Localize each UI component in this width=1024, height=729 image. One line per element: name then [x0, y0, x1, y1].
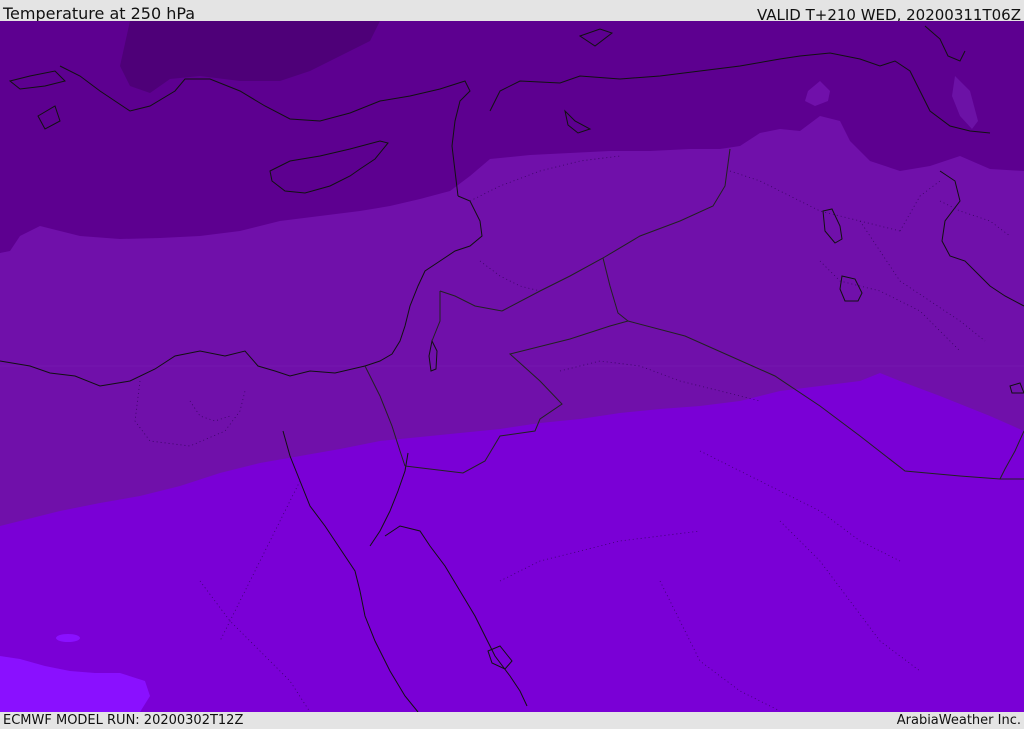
provider-label: ArabiaWeather Inc.	[896, 713, 1021, 728]
map-frame: Temperature at 250 hPa VALID T+210 WED, …	[0, 0, 1024, 729]
model-run-label: ECMWF MODEL RUN: 20200302T12Z	[3, 713, 244, 728]
map-canvas	[0, 21, 1024, 712]
temperature-map	[0, 21, 1024, 712]
footer-bar: ECMWF MODEL RUN: 20200302T12Z ArabiaWeat…	[0, 712, 1024, 729]
header-bar: Temperature at 250 hPa VALID T+210 WED, …	[0, 0, 1024, 24]
band-lightest-spot	[56, 634, 80, 642]
